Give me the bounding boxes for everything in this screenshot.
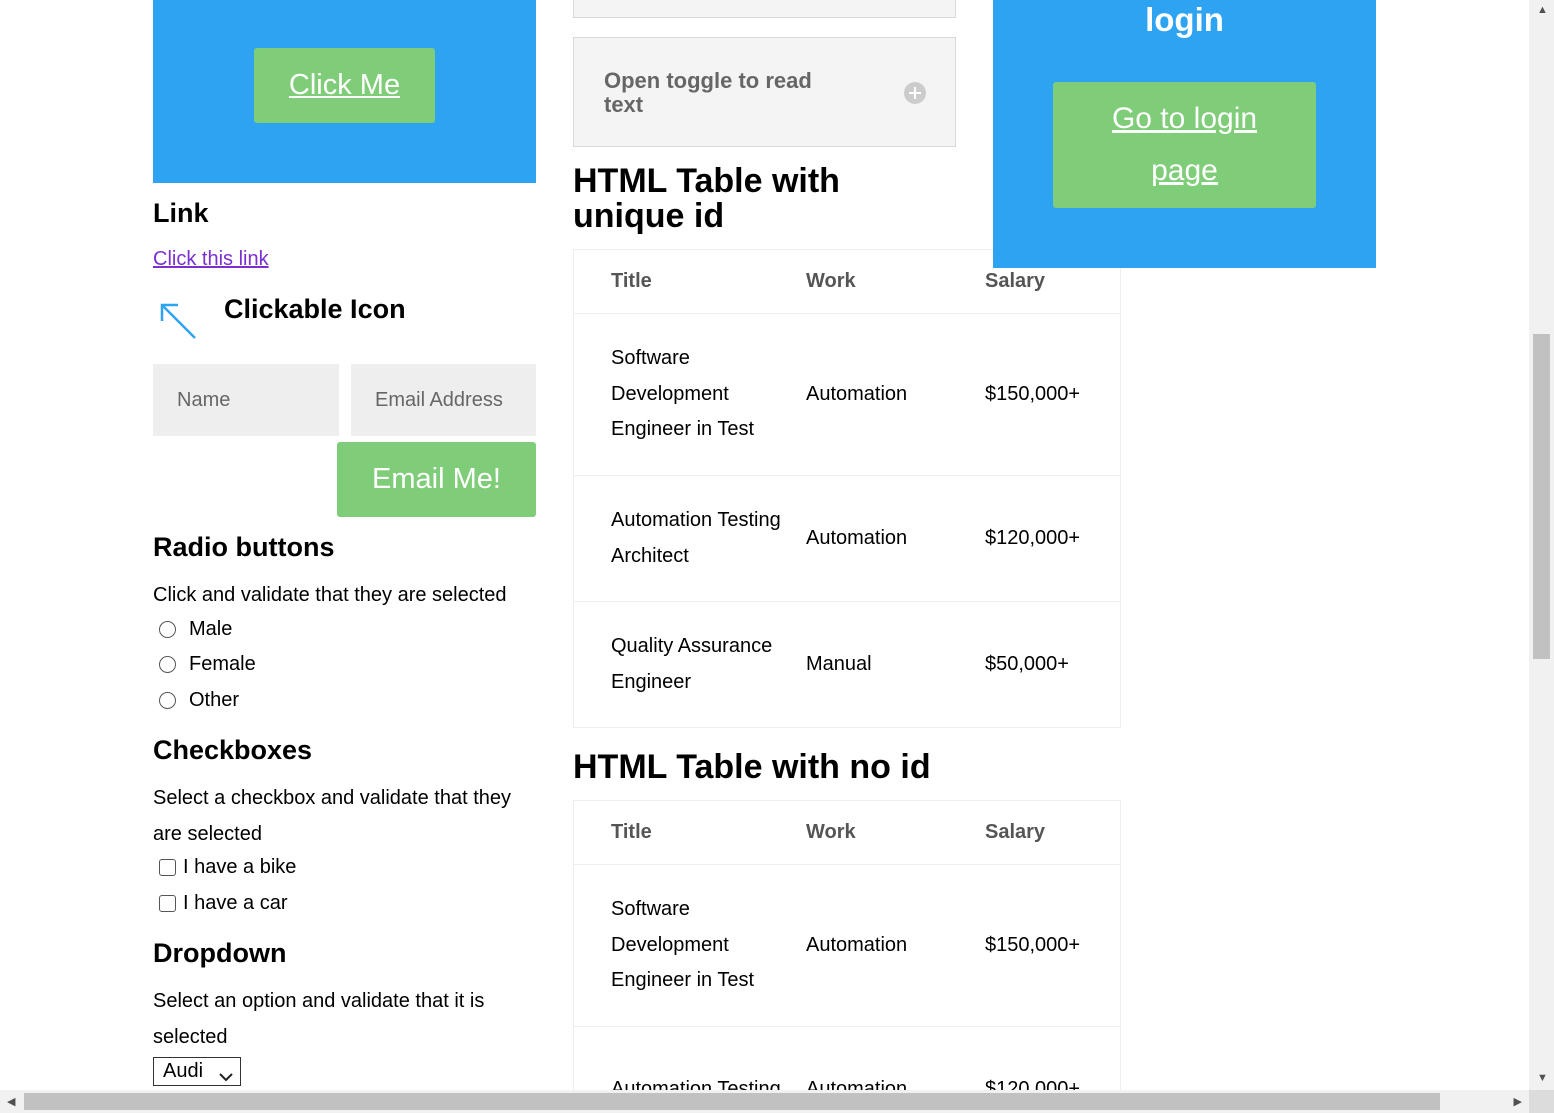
email-me-button[interactable]: Email Me! bbox=[337, 442, 536, 517]
checkbox-label: I have a car bbox=[183, 892, 288, 914]
name-input[interactable] bbox=[153, 364, 339, 436]
radio-buttons-heading: Radio buttons bbox=[153, 532, 335, 562]
vertical-scrollbar[interactable]: ▲ ▼ bbox=[1529, 0, 1554, 1090]
car-select-value: Audi bbox=[163, 1060, 204, 1082]
checkbox-bike[interactable]: I have a bike bbox=[159, 856, 296, 879]
cell-work: Automation bbox=[806, 313, 985, 476]
horizontal-scrollbar[interactable]: ◀ ▶ bbox=[0, 1090, 1529, 1113]
link-heading: Link bbox=[153, 198, 209, 228]
table2-heading: HTML Table with no id bbox=[573, 748, 931, 786]
scroll-left-arrow-icon[interactable]: ◀ bbox=[7, 1095, 15, 1108]
login-section: login Go to login page bbox=[993, 0, 1376, 268]
cell-title: Quality Assurance Engineer bbox=[573, 601, 806, 728]
column-header-title: Title bbox=[573, 249, 806, 314]
checkbox-car[interactable]: I have a car bbox=[159, 892, 288, 915]
cell-title: Automation Testing Architect bbox=[573, 475, 806, 602]
cell-title: Software Development Engineer in Test bbox=[573, 864, 806, 1027]
cell-salary: $150,000+ bbox=[985, 864, 1121, 1027]
email-input[interactable] bbox=[351, 364, 536, 436]
click-me-button[interactable]: Click Me bbox=[254, 48, 435, 123]
column-header-title: Title bbox=[573, 800, 806, 865]
checkbox-box[interactable] bbox=[159, 895, 176, 912]
scroll-up-arrow-icon[interactable]: ▲ bbox=[1537, 4, 1548, 16]
table-row: Automation Testing Automation $120,000+ bbox=[573, 1026, 1121, 1090]
dropdown-description: Select an option and validate that it is… bbox=[153, 990, 485, 1048]
checkbox-box[interactable] bbox=[159, 859, 176, 876]
scrollbar-corner bbox=[1529, 1090, 1554, 1113]
column-header-salary: Salary bbox=[985, 800, 1121, 865]
radio-description: Click and validate that they are selecte… bbox=[153, 584, 507, 606]
arrow-up-left-icon[interactable] bbox=[157, 302, 197, 342]
toggle-text: Open toggle to read text bbox=[604, 68, 812, 117]
radio-male[interactable]: Male bbox=[159, 618, 232, 641]
click-this-link[interactable]: Click this link bbox=[153, 248, 269, 271]
radio-circle[interactable] bbox=[159, 621, 176, 638]
vertical-scroll-thumb[interactable] bbox=[1533, 334, 1550, 659]
cell-salary: $120,000+ bbox=[985, 475, 1121, 602]
radio-circle[interactable] bbox=[159, 656, 176, 673]
radio-circle[interactable] bbox=[159, 692, 176, 709]
column-header-work: Work bbox=[806, 249, 985, 314]
table-row: Quality Assurance Engineer Manual $50,00… bbox=[573, 601, 1121, 728]
table2-clip: Title Work Salary Software Development E… bbox=[573, 800, 1121, 1090]
table-row: Software Development Engineer in Test Au… bbox=[573, 864, 1121, 1027]
toggle-accordion[interactable]: Open toggle to read text bbox=[573, 37, 956, 147]
chevron-down-icon bbox=[219, 1065, 233, 1088]
table-unique-id: Title Work Salary Software Development E… bbox=[573, 249, 1121, 728]
column-header-work: Work bbox=[806, 800, 985, 865]
login-heading: login bbox=[1145, 1, 1224, 38]
table-header-row: Title Work Salary bbox=[573, 800, 1121, 865]
cell-title: Automation Testing bbox=[573, 1026, 806, 1090]
table-no-id: Title Work Salary Software Development E… bbox=[573, 800, 1121, 1090]
checkbox-description: Select a checkbox and validate that they… bbox=[153, 787, 512, 845]
car-select[interactable]: Audi bbox=[153, 1057, 241, 1086]
cell-work: Automation bbox=[806, 475, 985, 602]
plus-circle-icon[interactable] bbox=[903, 81, 927, 110]
cell-work: Automation bbox=[806, 864, 985, 1027]
go-to-login-button[interactable]: Go to login page bbox=[1053, 82, 1316, 208]
cell-work: Automation bbox=[806, 1026, 985, 1090]
accordion-prev-bottom bbox=[573, 0, 956, 18]
table1-heading: HTML Table with unique id bbox=[573, 162, 840, 235]
clickable-icon-heading: Clickable Icon bbox=[224, 294, 406, 324]
table-row: Software Development Engineer in Test Au… bbox=[573, 313, 1121, 476]
scroll-down-arrow-icon[interactable]: ▼ bbox=[1537, 1072, 1548, 1084]
checkbox-label: I have a bike bbox=[183, 856, 297, 878]
radio-label: Female bbox=[189, 653, 256, 675]
horizontal-scroll-thumb[interactable] bbox=[24, 1093, 1440, 1110]
dropdown-heading: Dropdown bbox=[153, 938, 287, 968]
cell-salary: $120,000+ bbox=[985, 1026, 1121, 1090]
table-row: Automation Testing Architect Automation … bbox=[573, 475, 1121, 602]
cell-salary: $150,000+ bbox=[985, 313, 1121, 476]
cell-work: Manual bbox=[806, 601, 985, 728]
cell-salary: $50,000+ bbox=[985, 601, 1121, 728]
radio-label: Other bbox=[189, 689, 240, 711]
checkboxes-heading: Checkboxes bbox=[153, 735, 313, 765]
click-me-section: Click Me bbox=[153, 0, 536, 183]
radio-other[interactable]: Other bbox=[159, 689, 239, 712]
cell-title: Software Development Engineer in Test bbox=[573, 313, 806, 476]
radio-label: Male bbox=[189, 618, 233, 640]
radio-female[interactable]: Female bbox=[159, 653, 256, 676]
scroll-right-arrow-icon[interactable]: ▶ bbox=[1514, 1095, 1522, 1108]
